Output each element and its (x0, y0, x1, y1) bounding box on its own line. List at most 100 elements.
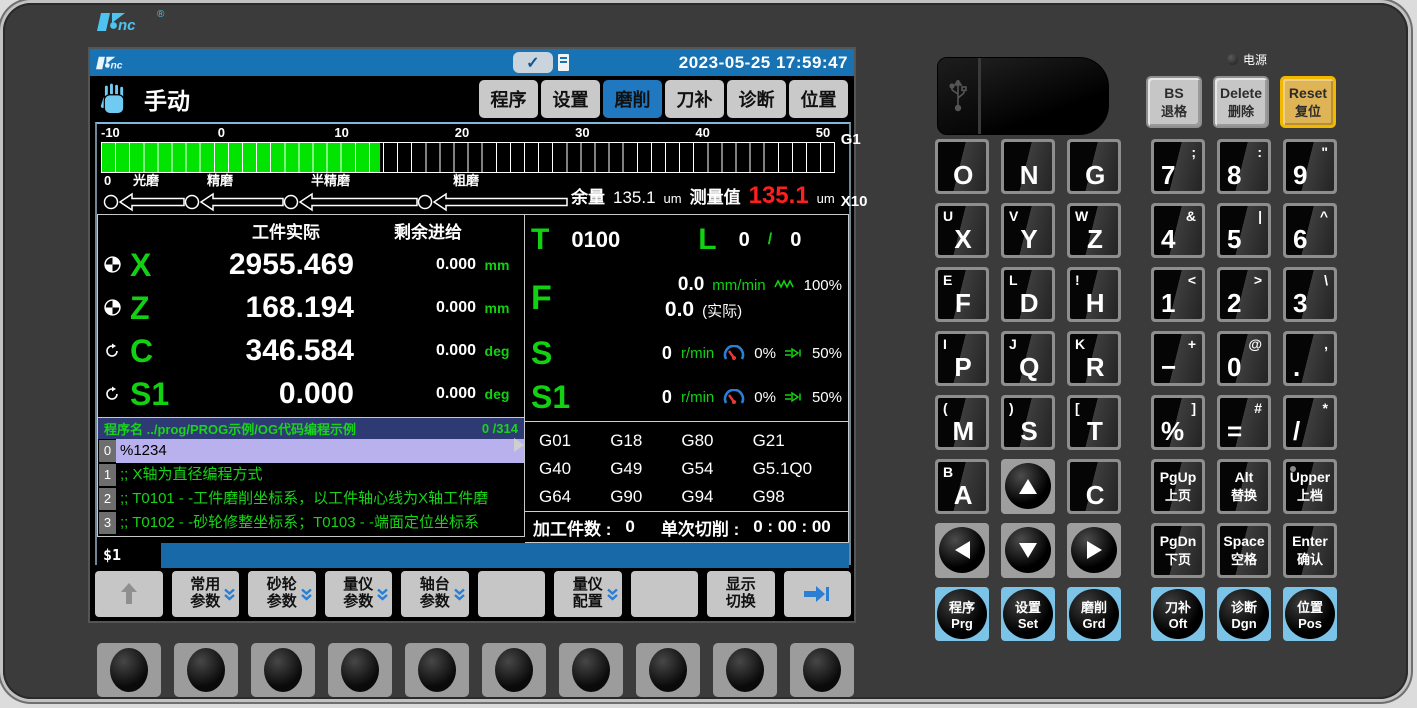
key-y[interactable]: YV (1001, 203, 1055, 258)
position-mode-key[interactable]: 位置Pos (1283, 587, 1337, 641)
program-line[interactable]: 1 ;; X轴为直径编程方式 (98, 463, 524, 487)
program-line[interactable]: 3 ;; T0102 - -砂轮修整坐标系；T0103 - -端面定位坐标系 (98, 511, 524, 535)
key-period[interactable]: ., (1283, 331, 1337, 386)
key-5[interactable]: 5| (1217, 203, 1271, 258)
line-text: ;; T0101 - -工件磨削坐标系，以工件轴心线为X轴工件磨 (116, 487, 524, 511)
cut-time-value: 0 : 00 : 00 (753, 517, 831, 537)
softkey-button-6[interactable] (482, 643, 546, 697)
tab-grinding[interactable]: 磨削 (603, 80, 662, 118)
tool-feed-spindle-panel: T 0100 L 0 / 0 F 0.0 mm/min (525, 214, 849, 543)
cursor-left-key[interactable] (935, 523, 989, 578)
remain-label: 余量 (571, 183, 605, 208)
key-m[interactable]: M( (935, 395, 989, 450)
softkey-button-9[interactable] (713, 643, 777, 697)
key-z[interactable]: ZW (1067, 203, 1121, 258)
key-c[interactable]: C (1067, 459, 1121, 514)
program-mode-key[interactable]: 程序Prg (935, 587, 989, 641)
softkey-table-params[interactable]: 轴台参数 (401, 571, 469, 617)
grinding-mode-key[interactable]: 磨削Grd (1067, 587, 1121, 641)
key-x[interactable]: XU (935, 203, 989, 258)
softkey-next-menu[interactable] (784, 571, 852, 617)
key-a[interactable]: AB (935, 459, 989, 514)
softkey-button-3[interactable] (251, 643, 315, 697)
key-0[interactable]: 0@ (1217, 331, 1271, 386)
key-1[interactable]: 1< (1151, 267, 1205, 322)
softkey-gauge-config[interactable]: 量仪配置 (554, 571, 622, 617)
delete-key[interactable]: Delete删除 (1213, 76, 1269, 128)
key-percent[interactable]: %] (1151, 395, 1205, 450)
page-up-key[interactable]: PgUp上页 (1151, 459, 1205, 514)
softkey-button-2[interactable] (174, 643, 238, 697)
enter-key[interactable]: Enter确认 (1283, 523, 1337, 578)
diagnosis-mode-key[interactable]: 诊断Dgn (1217, 587, 1271, 641)
cut-time-label: 单次切削 : (661, 515, 739, 540)
softkey-button-1[interactable] (97, 643, 161, 697)
alt-key[interactable]: Alt替换 (1217, 459, 1271, 514)
softkey-button-7[interactable] (559, 643, 623, 697)
cursor-down-key[interactable] (1001, 523, 1055, 578)
key-3[interactable]: 3\ (1283, 267, 1337, 322)
key-equals[interactable]: =# (1217, 395, 1271, 450)
key-9[interactable]: 9" (1283, 139, 1337, 194)
axis-unit: deg (476, 386, 518, 402)
key-8[interactable]: 8: (1217, 139, 1271, 194)
settings-mode-key[interactable]: 设置Set (1001, 587, 1055, 641)
chevron-down-icon (607, 589, 618, 602)
backspace-key[interactable]: BS退格 (1146, 76, 1202, 128)
softkey-button-5[interactable] (405, 643, 469, 697)
softkey-blank[interactable] (478, 571, 546, 617)
titlebar-logo: nc (96, 54, 136, 72)
tab-diagnosis[interactable]: 诊断 (727, 80, 786, 118)
cursor-right-key[interactable] (1067, 523, 1121, 578)
tab-offset[interactable]: 刀补 (665, 80, 724, 118)
key-r[interactable]: RK (1067, 331, 1121, 386)
key-p[interactable]: PI (935, 331, 989, 386)
key-h[interactable]: H! (1067, 267, 1121, 322)
softkey-wheel-params[interactable]: 砂轮参数 (248, 571, 316, 617)
softkey-button-10[interactable] (790, 643, 854, 697)
softkey-display-switch[interactable]: 显示切换 (707, 571, 775, 617)
machining-counters: 加工件数 : 0 单次切削 : 0 : 00 : 00 (525, 511, 848, 542)
softkey-button-8[interactable] (636, 643, 700, 697)
key-o[interactable]: O (935, 139, 989, 194)
axis-value: 2955.469 (192, 248, 380, 282)
key-s[interactable]: S) (1001, 395, 1055, 450)
keyboard: O N G 7; 8: 9" XU YV ZW 4& 5| 6^ FE DL H… (935, 139, 1337, 650)
tab-settings[interactable]: 设置 (541, 80, 600, 118)
softkey-common-params[interactable]: 常用参数 (172, 571, 240, 617)
remain-unit: um (664, 191, 682, 206)
softkey-button-4[interactable] (328, 643, 392, 697)
page-down-key[interactable]: PgDn下页 (1151, 523, 1205, 578)
scroll-indicator-icon[interactable] (514, 438, 524, 452)
edit-key-group: BS退格 Delete删除 Reset复位 (1146, 76, 1336, 128)
key-slash[interactable]: /* (1283, 395, 1337, 450)
upper-shift-key[interactable]: Upper上档 (1283, 459, 1337, 514)
softkey-back[interactable] (95, 571, 163, 617)
key-6[interactable]: 6^ (1283, 203, 1337, 258)
key-q[interactable]: QJ (1001, 331, 1055, 386)
datetime: 2023-05-25 17:59:47 (679, 53, 848, 73)
softkey-gauge-params[interactable]: 量仪参数 (325, 571, 393, 617)
reset-key[interactable]: Reset复位 (1280, 76, 1336, 128)
measured-unit: um (817, 191, 835, 206)
key-minus[interactable]: −+ (1151, 331, 1205, 386)
softkey-blank[interactable] (631, 571, 699, 617)
key-t[interactable]: T[ (1067, 395, 1121, 450)
space-key[interactable]: Space空格 (1217, 523, 1271, 578)
key-4[interactable]: 4& (1151, 203, 1205, 258)
gcode: G64 (539, 487, 610, 507)
manual-mode-hand-icon (100, 82, 130, 116)
key-7[interactable]: 7; (1151, 139, 1205, 194)
key-2[interactable]: 2> (1217, 267, 1271, 322)
tab-program[interactable]: 程序 (479, 80, 538, 118)
cursor-up-key[interactable] (1001, 459, 1055, 514)
offset-mode-key[interactable]: 刀补Oft (1151, 587, 1205, 641)
key-d[interactable]: DL (1001, 267, 1055, 322)
program-line[interactable]: 2 ;; T0101 - -工件磨削坐标系，以工件轴心线为X轴工件磨 (98, 487, 524, 511)
tab-position[interactable]: 位置 (789, 80, 848, 118)
svg-text:nc: nc (118, 17, 136, 34)
program-line[interactable]: 0 %1234 (98, 439, 524, 463)
key-f[interactable]: FE (935, 267, 989, 322)
key-n[interactable]: N (1001, 139, 1055, 194)
key-g[interactable]: G (1067, 139, 1121, 194)
